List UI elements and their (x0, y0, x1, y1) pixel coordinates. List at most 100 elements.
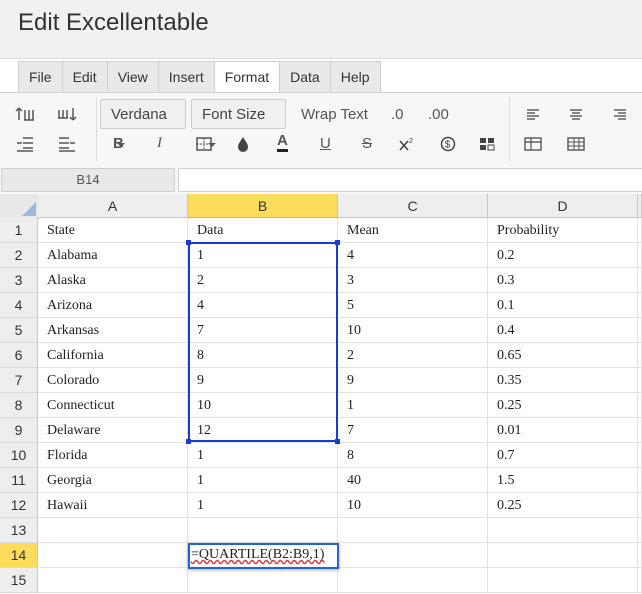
cell-c15[interactable] (338, 568, 488, 593)
row-header[interactable]: 6 (0, 343, 38, 368)
align-left-icon[interactable] (522, 103, 544, 125)
cell-b1[interactable]: Data (188, 218, 338, 243)
strikethrough-button[interactable]: S (362, 135, 372, 152)
table-grid-icon[interactable] (565, 133, 587, 155)
column-header-b[interactable]: B (188, 194, 338, 218)
name-box[interactable]: B14 (1, 168, 175, 192)
row-header[interactable]: 3 (0, 268, 38, 293)
cell-c5[interactable]: 10 (338, 318, 488, 343)
increase-decimal-button[interactable]: .00 (428, 106, 449, 123)
wrap-text-button[interactable]: Wrap Text (301, 106, 368, 123)
cell-d15[interactable] (488, 568, 638, 593)
insert-row-below-icon[interactable] (56, 103, 78, 125)
fill-color-icon[interactable] (232, 133, 254, 155)
cell-b6[interactable]: 8 (188, 343, 338, 368)
cell-e11[interactable] (638, 468, 642, 493)
underline-button[interactable]: U (320, 135, 331, 152)
cell-e6[interactable] (638, 343, 642, 368)
cell-a8[interactable]: Connecticut (38, 393, 188, 418)
cell-a7[interactable]: Colorado (38, 368, 188, 393)
cell-b7[interactable]: 9 (188, 368, 338, 393)
cell-a3[interactable]: Alaska (38, 268, 188, 293)
decrease-decimal-button[interactable]: .0 (391, 106, 404, 123)
row-header[interactable]: 15 (0, 568, 38, 593)
cell-a1[interactable]: State (38, 218, 188, 243)
cell-a4[interactable]: Arizona (38, 293, 188, 318)
row-header[interactable]: 8 (0, 393, 38, 418)
cell-c12[interactable]: 10 (338, 493, 488, 518)
row-header[interactable]: 13 (0, 518, 38, 543)
select-all-corner[interactable] (0, 194, 39, 219)
row-header[interactable]: 10 (0, 443, 38, 468)
cell-editor[interactable]: =QUARTILE(B2:B9,1) (188, 543, 339, 569)
cell-a12[interactable]: Hawaii (38, 493, 188, 518)
cell-a6[interactable]: California (38, 343, 188, 368)
cell-e14[interactable] (638, 543, 642, 568)
cell-e12[interactable] (638, 493, 642, 518)
row-header[interactable]: 9 (0, 418, 38, 443)
cell-e10[interactable] (638, 443, 642, 468)
cell-a2[interactable]: Alabama (38, 243, 188, 268)
cell-b2[interactable]: 1 (188, 243, 338, 268)
cell-d14[interactable] (488, 543, 638, 568)
cell-c13[interactable] (338, 518, 488, 543)
cell-c9[interactable]: 7 (338, 418, 488, 443)
cell-border-icon[interactable] (193, 133, 215, 155)
cell-d9[interactable]: 0.01 (488, 418, 638, 443)
insert-column-left-icon[interactable] (14, 133, 36, 155)
row-header[interactable]: 14 (0, 543, 38, 568)
cell-e13[interactable] (638, 518, 642, 543)
cell-d8[interactable]: 0.25 (488, 393, 638, 418)
cell-c6[interactable]: 2 (338, 343, 488, 368)
row-header[interactable]: 1 (0, 218, 38, 243)
column-header-e[interactable] (638, 194, 642, 218)
cell-c8[interactable]: 1 (338, 393, 488, 418)
cell-d13[interactable] (488, 518, 638, 543)
cell-b10[interactable]: 1 (188, 443, 338, 468)
currency-icon[interactable]: $ (437, 133, 459, 155)
cell-a9[interactable]: Delaware (38, 418, 188, 443)
cell-e15[interactable] (638, 568, 642, 593)
cell-d6[interactable]: 0.65 (488, 343, 638, 368)
cell-d7[interactable]: 0.35 (488, 368, 638, 393)
freeze-rows-icon[interactable] (522, 133, 544, 155)
row-header[interactable]: 5 (0, 318, 38, 343)
column-header-d[interactable]: D (488, 194, 638, 218)
cell-e5[interactable] (638, 318, 642, 343)
cell-b12[interactable]: 1 (188, 493, 338, 518)
cell-c1[interactable]: Mean (338, 218, 488, 243)
cell-b5[interactable]: 7 (188, 318, 338, 343)
selection-handle[interactable] (335, 439, 340, 444)
selection-handle[interactable] (335, 240, 340, 245)
row-header[interactable]: 7 (0, 368, 38, 393)
selection-handle[interactable] (186, 439, 191, 444)
cell-b4[interactable]: 4 (188, 293, 338, 318)
cell-c7[interactable]: 9 (338, 368, 488, 393)
align-center-icon[interactable] (565, 103, 587, 125)
font-size-dropdown[interactable]: Font Size (191, 99, 286, 148)
cell-d4[interactable]: 0.1 (488, 293, 638, 318)
cell-b15[interactable] (188, 568, 338, 593)
menu-view[interactable]: View (106, 61, 158, 93)
cell-a5[interactable]: Arkansas (38, 318, 188, 343)
row-header[interactable]: 4 (0, 293, 38, 318)
menu-data[interactable]: Data (279, 61, 330, 93)
format-table-icon[interactable] (476, 133, 498, 155)
cell-e1[interactable] (638, 218, 642, 243)
font-family-dropdown[interactable]: Verdana (100, 99, 186, 148)
cell-c11[interactable]: 40 (338, 468, 488, 493)
selection-handle[interactable] (186, 240, 191, 245)
cell-d12[interactable]: 0.25 (488, 493, 638, 518)
cell-e9[interactable] (638, 418, 642, 443)
italic-button[interactable]: I (157, 135, 162, 152)
menu-file[interactable]: File (18, 61, 62, 93)
cell-a10[interactable]: Florida (38, 443, 188, 468)
row-header[interactable]: 2 (0, 243, 38, 268)
cell-c10[interactable]: 8 (338, 443, 488, 468)
cell-c2[interactable]: 4 (338, 243, 488, 268)
cell-e7[interactable] (638, 368, 642, 393)
cell-d3[interactable]: 0.3 (488, 268, 638, 293)
cell-b3[interactable]: 2 (188, 268, 338, 293)
cell-e8[interactable] (638, 393, 642, 418)
cell-b9[interactable]: 12 (188, 418, 338, 443)
